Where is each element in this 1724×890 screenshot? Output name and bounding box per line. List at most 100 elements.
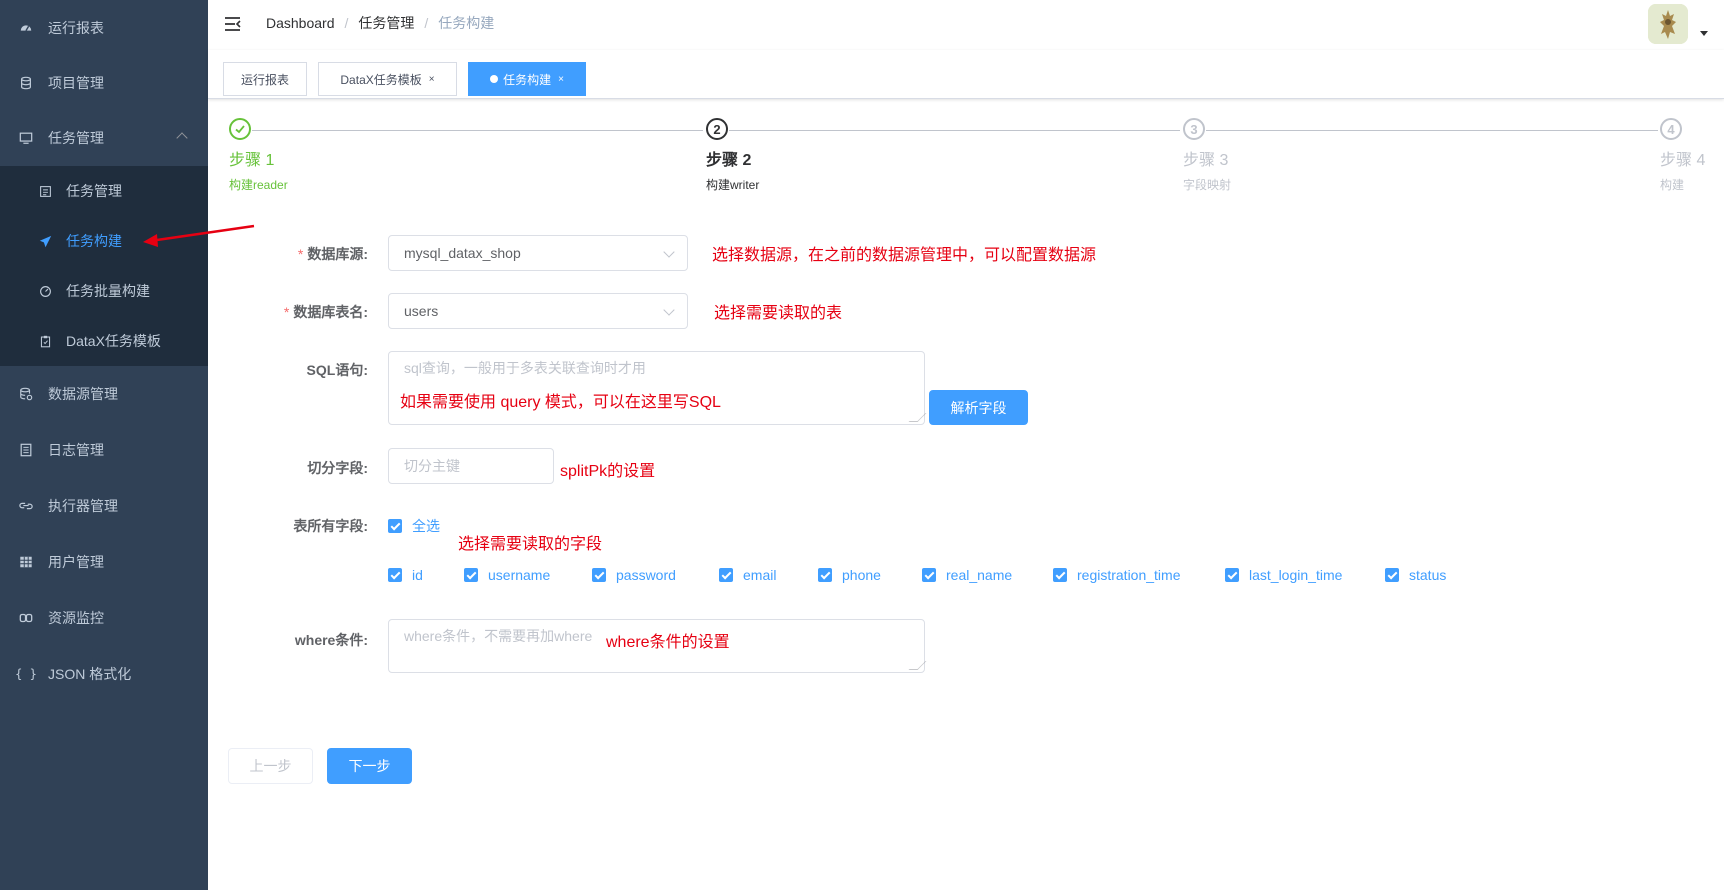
field-checkbox-password[interactable]: password [592,567,676,583]
sidebar-item-datasource[interactable]: 数据源管理 [0,366,208,422]
tag-dashboard[interactable]: 运行报表 [223,62,307,96]
field-checkbox-email[interactable]: email [719,567,776,583]
sidebar-item-projects[interactable]: 项目管理 [0,55,208,111]
sidebar-item-batch-build[interactable]: 任务批量构建 [0,266,208,316]
tag-label: 任务构建 [503,72,552,87]
checkbox-checked-icon [1385,568,1399,582]
step-1-desc: 构建reader [229,178,288,192]
datasource-value: mysql_datax_shop [404,245,521,261]
field-checkbox-username[interactable]: username [464,567,550,583]
chevron-up-icon [176,132,188,144]
annotation-sql: 如果需要使用 query 模式，可以在这里写SQL [400,394,721,411]
sidebar-item-label: 任务管理 [66,183,122,199]
step-3-title: 步骤 3 [1183,152,1229,169]
split-placeholder: 切分主键 [404,458,460,474]
sql-placeholder: sql查询，一般用于多表关联查询时才用 [404,360,646,376]
checkbox-checked-icon [1225,568,1239,582]
sidebar-item-label: 任务构建 [66,233,122,249]
field-checkbox-registration-time[interactable]: registration_time [1053,567,1181,583]
link-icon [18,498,34,514]
field-checkbox-phone[interactable]: phone [818,567,881,583]
calendar-icon [38,184,52,198]
table-label: * 数据库表名: [283,304,368,320]
sidebar-item-label: 用户管理 [48,554,104,570]
step-2-number: 2 [706,118,728,140]
tag-label: 运行报表 [240,72,289,87]
gauge-icon [38,284,52,298]
avatar[interactable] [1648,4,1688,44]
step-3-desc: 字段映射 [1183,178,1232,192]
breadcrumb-task-management[interactable]: 任务管理 [358,15,414,31]
navbar: Dashboard / 任务管理 / 任务构建 [208,0,1724,51]
sidebar-item-label: JSON 格式化 [48,666,132,682]
checkbox-checked-icon [464,568,478,582]
next-step-button[interactable]: 下一步 [327,748,412,784]
breadcrumb-dashboard[interactable]: Dashboard [266,15,335,31]
close-icon[interactable]: × [429,74,435,85]
annotation-where: where条件的设置 [606,634,730,651]
chevron-down-icon [663,246,675,258]
sidebar-item-label: 项目管理 [48,75,104,91]
annotation-table: 选择需要读取的表 [714,305,843,322]
sidebar-item-label: 数据源管理 [48,386,118,402]
breadcrumb-separator: / [344,15,349,31]
field-checkbox-id[interactable]: id [388,567,423,583]
sidebar-item-executors[interactable]: 执行器管理 [0,478,208,534]
tag-task-build[interactable]: 任务构建 × [468,62,586,96]
sidebar-item-tasks[interactable]: 任务管理 [0,110,208,166]
step-line [1206,130,1658,131]
database-icon [18,75,34,91]
sidebar-item-resource-monitor[interactable]: 资源监控 [0,590,208,646]
send-icon [38,234,52,248]
breadcrumb: Dashboard / 任务管理 / 任务构建 [266,15,494,31]
datasource-icon [18,386,34,402]
field-checkbox-last-login-time[interactable]: last_login_time [1225,567,1342,583]
resize-handle-icon[interactable] [908,413,927,422]
sidebar-item-label: DataX任务模板 [66,333,161,349]
annotation-split: splitPk的设置 [560,463,656,480]
prev-step-button[interactable]: 上一步 [228,748,313,784]
annotation-datasource: 选择数据源，在之前的数据源管理中，可以配置数据源 [712,247,1097,264]
annotation-fields: 选择需要读取的字段 [458,536,603,553]
sidebar: 运行报表 项目管理 任务管理 任务管理 任务构建 任务批量构建 DataX任务模… [0,0,208,890]
sidebar-item-json-format[interactable]: { } JSON 格式化 [0,646,208,702]
datasource-label: * 数据库源: [297,246,368,262]
submenu-tasks: 任务管理 任务构建 任务批量构建 DataX任务模板 [0,166,208,366]
sidebar-item-datax-template[interactable]: DataX任务模板 [0,316,208,366]
tag-datax-template[interactable]: DataX任务模板 × [318,62,457,96]
step-1-check-icon [229,118,251,140]
split-key-input[interactable]: 切分主键 [388,448,554,484]
select-all-checkbox[interactable]: 全选 [388,516,440,536]
chevron-down-icon [663,304,675,316]
dashboard-icon [18,20,34,36]
checkbox-checked-icon [388,519,402,533]
step-line [252,130,703,131]
step-4-desc: 构建 [1660,178,1685,192]
sidebar-item-dashboard[interactable]: 运行报表 [0,0,208,56]
tag-label: DataX任务模板 [340,72,422,87]
table-select[interactable]: users [388,293,688,329]
close-icon[interactable]: × [558,74,564,85]
resize-handle-icon[interactable] [908,661,927,670]
sidebar-item-users[interactable]: 用户管理 [0,534,208,590]
step-2-desc: 构建writer [706,178,760,192]
tags-view: 运行报表 DataX任务模板 × 任务构建 × [208,50,1724,99]
sidebar-item-task-build[interactable]: 任务构建 [0,216,208,266]
sidebar-item-task-management[interactable]: 任务管理 [0,166,208,216]
split-label: 切分字段: [307,460,368,476]
step-4-title: 步骤 4 [1660,152,1706,169]
sidebar-item-label: 任务批量构建 [66,283,150,299]
caret-down-icon[interactable] [1700,31,1708,36]
step-1-title: 步骤 1 [229,152,275,169]
field-checkbox-status[interactable]: status [1385,567,1446,583]
step-3-number: 3 [1183,118,1205,140]
datasource-select[interactable]: mysql_datax_shop [388,235,688,271]
table-icon [18,554,34,570]
step-line [729,130,1180,131]
parse-fields-button[interactable]: 解析字段 [929,390,1028,425]
checkbox-checked-icon [388,568,402,582]
sidebar-item-logs[interactable]: 日志管理 [0,422,208,478]
hamburger-icon[interactable] [224,15,242,33]
breadcrumb-separator: / [424,15,429,31]
field-checkbox-real-name[interactable]: real_name [922,567,1012,583]
